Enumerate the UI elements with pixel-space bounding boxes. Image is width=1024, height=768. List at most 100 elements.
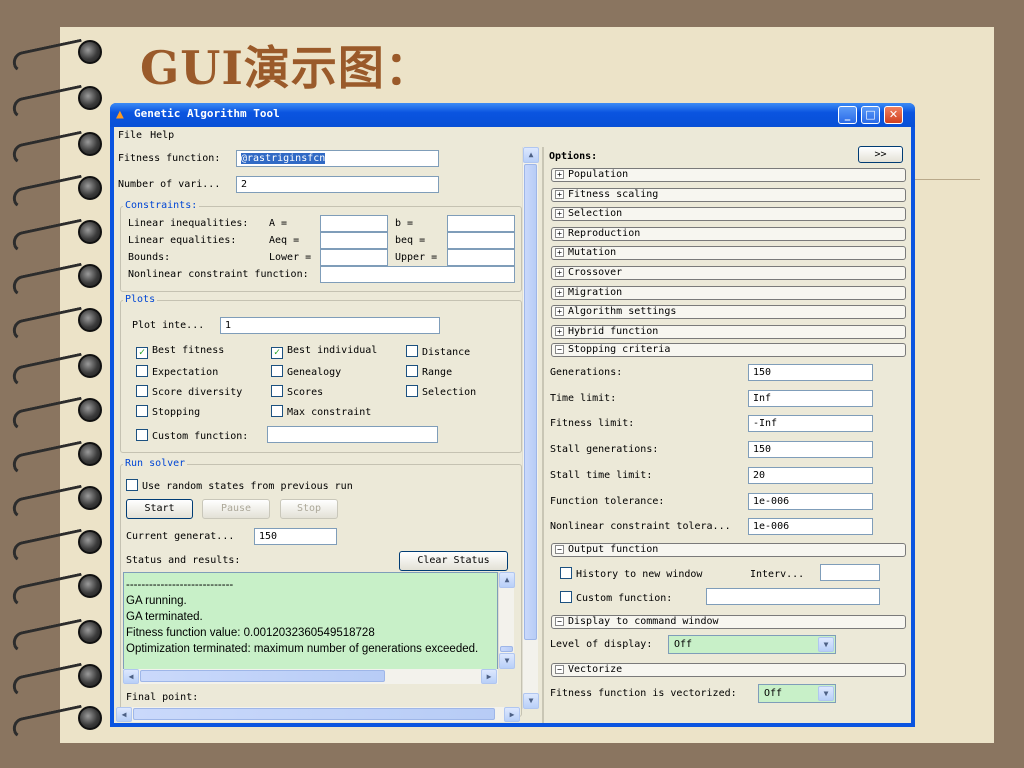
history-new-window-checkbox[interactable]: History to new window	[560, 567, 702, 580]
plot-checkbox-score-diversity[interactable]: Score diversity	[136, 385, 242, 398]
stopping-input[interactable]: Inf	[748, 389, 873, 407]
vectorized-select[interactable]: Off ▼	[758, 684, 836, 703]
A-input[interactable]	[320, 215, 388, 232]
binder-ring	[10, 306, 104, 342]
section-selection[interactable]: + Selection	[551, 207, 906, 222]
section-fitness-scaling[interactable]: + Fitness scaling	[551, 187, 906, 202]
stopping-label: Stall generations:	[550, 444, 659, 456]
section-crossover[interactable]: + Crossover	[551, 266, 906, 280]
left-vscroll-thumb[interactable]	[524, 164, 537, 640]
nonlinear-constraint-input[interactable]	[320, 266, 515, 283]
panel-splitter[interactable]	[542, 147, 544, 723]
section-reproduction[interactable]: + Reproduction	[551, 226, 906, 241]
scroll-up-icon[interactable]: ▲	[523, 147, 539, 163]
plot-checkbox-distance[interactable]: Distance	[406, 345, 470, 358]
results-vscrollbar[interactable]: ▲ ▼	[498, 572, 515, 669]
plot-checkbox-stopping[interactable]: Stopping	[136, 405, 200, 418]
chevron-down-icon[interactable]: ▼	[818, 686, 834, 701]
level-of-display-select[interactable]: Off ▼	[668, 635, 836, 654]
section-hybrid-function[interactable]: + Hybrid function	[551, 324, 906, 339]
custom-output-checkbox[interactable]: Custom function:	[560, 591, 672, 604]
stopping-input[interactable]: 1e-006	[748, 492, 873, 510]
title-bar[interactable]: ▲ Genetic Algorithm Tool _ □ ✕	[110, 103, 915, 127]
binder-ring	[10, 396, 104, 432]
section-algorithm-settings[interactable]: + Algorithm settings	[551, 305, 906, 320]
slide-title: GUI演示图：	[140, 41, 432, 95]
section-display-command-window[interactable]: − Display to command window	[551, 615, 906, 629]
pause-button[interactable]: Pause	[202, 499, 270, 519]
final-point-label: Final point:	[126, 692, 199, 703]
upper-input[interactable]	[447, 249, 515, 266]
stopping-input[interactable]: 150	[748, 441, 873, 459]
stopping-label: Fitness limit:	[550, 418, 635, 430]
results-vscroll-thumb[interactable]	[500, 646, 513, 652]
close-button[interactable]: ✕	[884, 106, 903, 124]
stopping-label: Time limit:	[550, 392, 617, 404]
plot-checkbox-expectation[interactable]: Expectation	[136, 365, 218, 378]
stop-button[interactable]: Stop	[280, 499, 338, 519]
stopping-label: Function tolerance:	[550, 495, 665, 507]
scroll-up-icon[interactable]: ▲	[499, 572, 515, 588]
scroll-left-icon[interactable]: ◀	[116, 707, 132, 722]
expand-options-button[interactable]: >>	[858, 146, 903, 163]
plot-checkbox-best-individual[interactable]: ✓ Best individual	[271, 345, 377, 359]
run-solver-title: Run solver	[123, 458, 188, 469]
scroll-down-icon[interactable]: ▼	[499, 653, 515, 669]
result-line: ----------------------------	[126, 579, 234, 591]
stopping-input[interactable]: 1e-006	[748, 518, 873, 536]
scroll-right-icon[interactable]: ▶	[504, 707, 520, 722]
stopping-label: Stall time limit:	[550, 469, 653, 481]
plot-checkbox-selection[interactable]: Selection	[406, 385, 476, 398]
nvars-input[interactable]: 2	[236, 176, 439, 193]
plot-interval-label: Plot inte...	[132, 320, 205, 331]
section-mutation[interactable]: + Mutation	[551, 246, 906, 261]
custom-plot-checkbox[interactable]: Custom function:	[136, 429, 248, 442]
plot-checkbox-best-fitness[interactable]: ✓ Best fitness	[136, 345, 224, 359]
b-input[interactable]	[447, 215, 515, 232]
bounds-label: Bounds:	[128, 252, 171, 263]
stopping-input[interactable]: -Inf	[748, 415, 873, 433]
section-stopping-criteria[interactable]: − Stopping criteria	[551, 343, 906, 357]
window-title: Genetic Algorithm Tool	[134, 107, 280, 120]
A-label: A =	[269, 218, 288, 229]
plot-checkbox-genealogy[interactable]: Genealogy	[271, 365, 341, 378]
custom-output-input[interactable]	[706, 588, 880, 605]
left-hscroll-thumb[interactable]	[133, 708, 495, 720]
left-panel-hscrollbar[interactable]: ◀ ▶	[116, 707, 520, 722]
plot-checkbox-range[interactable]: Range	[406, 365, 452, 378]
plot-checkbox-scores[interactable]: Scores	[271, 385, 323, 398]
plot-checkbox-max-constraint[interactable]: Max constraint	[271, 405, 371, 418]
scroll-down-icon[interactable]: ▼	[523, 693, 539, 709]
beq-input[interactable]	[447, 232, 515, 249]
menu-help[interactable]: Help	[146, 127, 178, 141]
binder-ring	[10, 618, 104, 654]
start-button[interactable]: Start	[126, 499, 193, 519]
menu-file[interactable]: File	[114, 127, 146, 141]
Aeq-label: Aeq =	[269, 235, 300, 246]
plot-interval-input[interactable]: 1	[220, 317, 440, 334]
section-population[interactable]: + Population	[551, 168, 906, 182]
section-migration[interactable]: + Migration	[551, 285, 906, 300]
linear-equalities-label: Linear equalities:	[128, 235, 237, 246]
clear-status-button[interactable]: Clear Status	[399, 551, 508, 571]
results-hscroll-thumb[interactable]	[140, 670, 385, 682]
scroll-right-icon[interactable]: ▶	[481, 669, 497, 684]
results-hscrollbar[interactable]: ◀ ▶	[123, 669, 498, 684]
linear-inequalities-label: Linear inequalities:	[128, 218, 249, 229]
chevron-down-icon[interactable]: ▼	[818, 637, 834, 652]
section-vectorize[interactable]: − Vectorize	[551, 663, 906, 677]
section-output-function[interactable]: − Output function	[551, 543, 906, 557]
random-states-checkbox[interactable]: Use random states from previous run	[126, 479, 353, 492]
lower-input[interactable]	[320, 249, 388, 266]
stopping-input[interactable]: 20	[748, 466, 873, 484]
minimize-button[interactable]: _	[838, 106, 857, 124]
history-interval-input[interactable]	[820, 564, 880, 581]
scroll-left-icon[interactable]: ◀	[123, 669, 139, 684]
stopping-input[interactable]: 150	[748, 364, 873, 381]
binder-ring	[10, 262, 104, 298]
custom-plot-input[interactable]	[267, 426, 438, 443]
fitness-function-input[interactable]: @rastriginsfcn	[236, 150, 439, 167]
Aeq-input[interactable]	[320, 232, 388, 249]
maximize-button[interactable]: □	[861, 106, 880, 124]
left-panel-vscrollbar[interactable]: ▲ ▼	[522, 147, 539, 709]
